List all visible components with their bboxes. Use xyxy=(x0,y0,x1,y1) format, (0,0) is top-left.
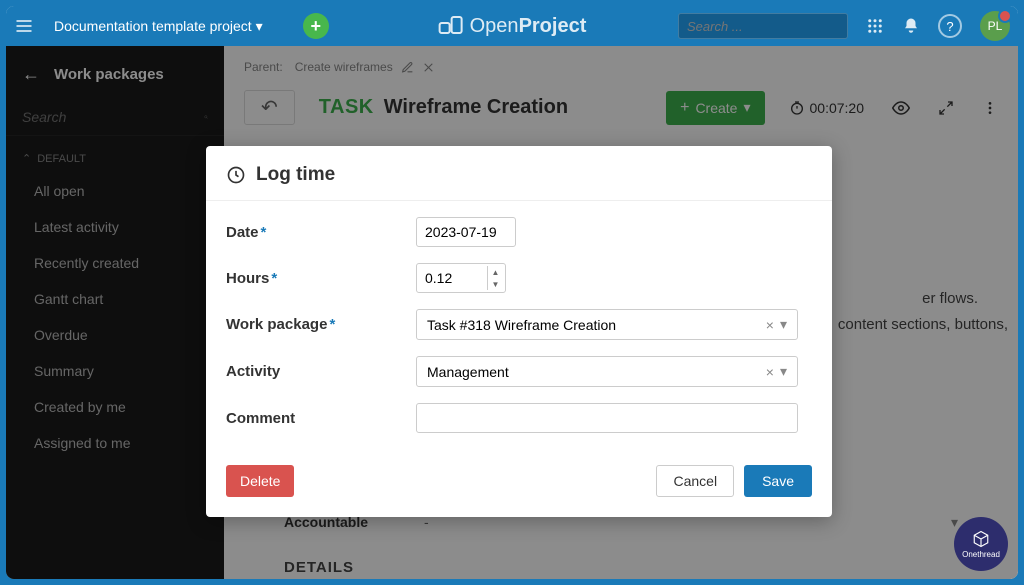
cube-icon xyxy=(971,530,991,548)
date-input[interactable] xyxy=(416,217,516,247)
label-date: Date xyxy=(226,224,259,241)
bell-icon[interactable] xyxy=(902,17,920,35)
work-package-select[interactable]: Task #318 Wireframe Creation × ▾ xyxy=(416,309,798,340)
avatar[interactable]: PL xyxy=(980,11,1010,41)
add-button[interactable]: + xyxy=(303,13,329,39)
spinner-down-icon[interactable]: ▼ xyxy=(488,278,503,290)
modal-title: Log time xyxy=(256,164,335,186)
label-hours: Hours xyxy=(226,270,269,287)
comment-input[interactable] xyxy=(416,403,798,433)
project-selector[interactable]: Documentation template project ▾ xyxy=(54,18,263,35)
cancel-button[interactable]: Cancel xyxy=(656,465,734,497)
global-search[interactable] xyxy=(678,13,848,39)
clear-icon[interactable]: × xyxy=(766,317,774,333)
spinner-up-icon[interactable]: ▲ xyxy=(488,266,503,278)
logo-text-1: Open xyxy=(470,15,519,37)
chevron-down-icon: ▾ xyxy=(256,18,263,35)
app-header: Documentation template project ▾ + OpenP… xyxy=(6,6,1018,46)
apps-icon[interactable] xyxy=(866,17,884,35)
help-icon[interactable]: ? xyxy=(938,14,962,38)
label-comment: Comment xyxy=(226,410,295,427)
search-input[interactable] xyxy=(687,19,865,34)
hours-spinner[interactable]: ▲▼ xyxy=(487,266,503,290)
brand-badge[interactable]: Onethread xyxy=(954,517,1008,571)
delete-button[interactable]: Delete xyxy=(226,465,294,497)
app-logo: OpenProject xyxy=(438,15,587,38)
clock-icon xyxy=(226,165,246,185)
activity-select[interactable]: Management × ▾ xyxy=(416,356,798,387)
clear-icon[interactable]: × xyxy=(766,364,774,380)
save-button[interactable]: Save xyxy=(744,465,812,497)
log-time-modal: Log time Date* Hours* ▲▼ Work package* xyxy=(206,146,832,517)
menu-icon[interactable] xyxy=(14,16,34,36)
chevron-down-icon[interactable]: ▾ xyxy=(780,363,787,380)
logo-icon xyxy=(438,15,464,37)
label-activity: Activity xyxy=(226,363,280,380)
label-work-package: Work package xyxy=(226,316,327,333)
logo-text-2: Project xyxy=(519,15,587,37)
chevron-down-icon[interactable]: ▾ xyxy=(780,316,787,333)
project-name-label: Documentation template project xyxy=(54,18,252,34)
